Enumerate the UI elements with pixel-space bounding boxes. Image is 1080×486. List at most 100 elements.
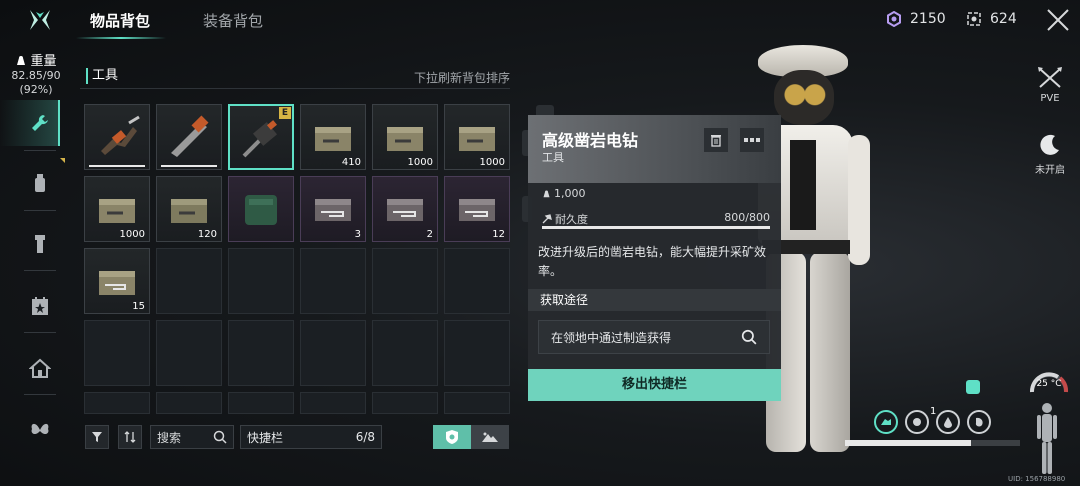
moon-icon	[1040, 134, 1059, 155]
ammo-crate-icon	[459, 127, 495, 151]
empty-slot[interactable]	[156, 248, 222, 314]
empty-slot[interactable]	[444, 248, 510, 314]
rail-lighting[interactable]	[20, 224, 60, 264]
weight-title: 重量	[6, 50, 66, 69]
thirst-status-icon[interactable]	[936, 410, 960, 434]
inventory-slot[interactable]: 2	[372, 176, 438, 242]
item-type: 工具	[542, 151, 564, 164]
tab-equipment-bag[interactable]: 装备背包	[203, 10, 263, 31]
durability-label-group: 耐久度	[542, 211, 588, 227]
game-logo-icon[interactable]	[28, 8, 52, 32]
hunger-status-icon[interactable]	[967, 410, 991, 434]
durability-bar	[542, 226, 770, 229]
discard-button[interactable]	[704, 128, 728, 152]
mode-terrain-button[interactable]	[471, 425, 509, 449]
pve-toggle[interactable]: PVE	[1030, 66, 1070, 104]
quickbar-selector[interactable]: 快捷栏 6/8	[240, 425, 382, 449]
pve-label: PVE	[1040, 93, 1060, 104]
empty-slot[interactable]	[300, 392, 366, 414]
filter-button[interactable]	[85, 425, 109, 449]
inventory-slot-selected[interactable]: E	[228, 104, 294, 170]
backpack-shield-icon	[446, 430, 458, 444]
search-icon	[741, 329, 757, 345]
empty-slot[interactable]	[372, 320, 438, 386]
top-bar: 物品背包 装备背包 2150 624	[0, 0, 1080, 40]
body-status-icon[interactable]	[1036, 402, 1058, 476]
inventory-slot[interactable]: 1000	[372, 104, 438, 170]
search-input[interactable]: 搜索	[150, 425, 234, 449]
stamina-bar-fill	[845, 440, 971, 446]
inventory-slot[interactable]	[156, 104, 222, 170]
sort-button[interactable]	[118, 425, 142, 449]
mode-inventory-button[interactable]	[433, 425, 471, 449]
currency-secondary: 624	[966, 11, 1017, 27]
empty-slot[interactable]	[300, 320, 366, 386]
crossed-swords-icon	[1038, 67, 1062, 88]
stamina-bar	[845, 440, 1020, 446]
empty-slot[interactable]	[372, 248, 438, 314]
butterfly-icon	[31, 423, 49, 435]
inventory-slot[interactable]	[228, 176, 294, 242]
inventory-slot[interactable]: 15	[84, 248, 150, 314]
stamina-status-icon[interactable]	[874, 410, 898, 434]
empty-slot[interactable]	[444, 320, 510, 386]
inventory-slot[interactable]	[84, 104, 150, 170]
ammo-crate-icon	[99, 271, 135, 295]
rail-consumables[interactable]	[20, 163, 60, 203]
item-quantity: 1000	[407, 157, 433, 168]
mental-status-icon[interactable]	[905, 410, 929, 434]
item-quantity: 2	[426, 229, 433, 240]
calendar-star-icon	[32, 297, 48, 315]
tab-item-bag[interactable]: 物品背包	[90, 10, 150, 31]
character-leg	[810, 252, 850, 452]
item-quantity: 120	[197, 229, 217, 240]
search-icon	[213, 430, 227, 444]
more-options-button[interactable]	[740, 128, 764, 152]
rail-events[interactable]	[20, 286, 60, 326]
empty-slot[interactable]	[84, 320, 150, 386]
inventory-slot[interactable]: 1000	[444, 104, 510, 170]
night-mode-toggle[interactable]: 未开启	[1030, 132, 1070, 176]
inventory-slot[interactable]: 410	[300, 104, 366, 170]
inventory-section-header: 工具 下拉刷新背包排序	[80, 68, 510, 86]
rail-cosmetics[interactable]	[20, 410, 60, 450]
wrench-icon	[32, 115, 48, 131]
rail-divider	[24, 332, 56, 333]
rail-housing[interactable]	[20, 348, 60, 388]
ammo-crate-icon	[315, 127, 351, 151]
hexagon-gem-icon	[887, 11, 901, 27]
item-detail-panel: 高级凿岩电钻 工具 1,000 耐久度 800/800 改进升级后的凿岩电钻，能…	[528, 115, 781, 401]
empty-slot[interactable]	[228, 248, 294, 314]
item-weight-value: 1,000	[554, 187, 586, 200]
weight-icon	[543, 190, 550, 198]
inventory-slot[interactable]: 3	[300, 176, 366, 242]
inventory-slot[interactable]: 120	[156, 176, 222, 242]
buff-icon[interactable]	[966, 380, 980, 394]
rail-tools[interactable]	[20, 103, 60, 143]
remove-from-quickbar-button[interactable]: 移出快捷栏	[528, 369, 781, 401]
empty-slot[interactable]	[444, 392, 510, 414]
refresh-hint[interactable]: 下拉刷新背包排序	[414, 69, 510, 86]
empty-slot[interactable]	[228, 392, 294, 414]
weight-label: 重量	[30, 54, 57, 69]
equipped-badge: E	[279, 107, 291, 119]
empty-slot[interactable]	[156, 392, 222, 414]
filter-icon	[92, 432, 102, 442]
empty-slot[interactable]	[156, 320, 222, 386]
night-label: 未开启	[1035, 165, 1065, 176]
acquire-source-item[interactable]: 在领地中通过制造获得	[538, 320, 770, 354]
item-quantity: 15	[132, 301, 145, 312]
currency-premium: 2150	[886, 11, 946, 27]
arm-strength-icon	[881, 419, 891, 425]
empty-slot[interactable]	[84, 392, 150, 414]
inventory-slot[interactable]: 12	[444, 176, 510, 242]
bottle-icon	[35, 174, 45, 192]
close-icon[interactable]	[1045, 7, 1071, 33]
empty-slot[interactable]	[228, 320, 294, 386]
item-quantity: 12	[492, 229, 505, 240]
acquire-source-label: 在领地中通过制造获得	[551, 330, 672, 345]
empty-slot[interactable]	[300, 248, 366, 314]
inventory-slot[interactable]: 1000	[84, 176, 150, 242]
empty-slot[interactable]	[372, 392, 438, 414]
acquire-title: 获取途径	[528, 289, 781, 311]
